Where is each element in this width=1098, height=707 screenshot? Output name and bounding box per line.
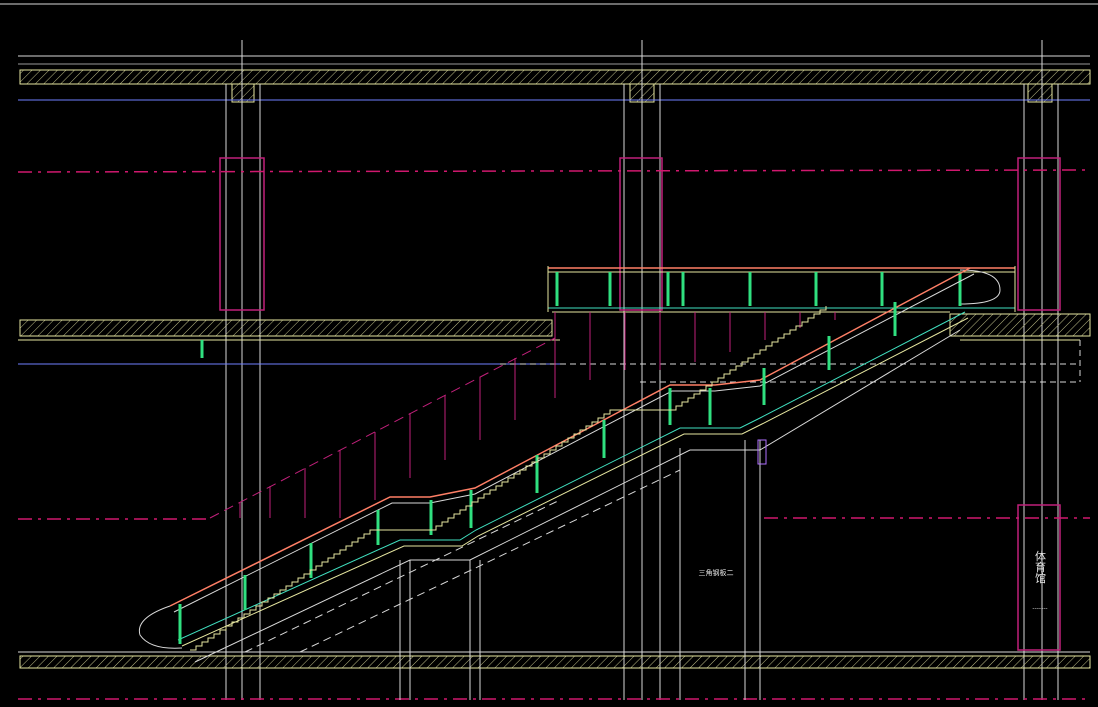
cad-section-drawing: 体育馆 ------- 三角钢板二 xyxy=(0,0,1098,707)
middle-floor-slab xyxy=(18,311,1091,383)
center-note: 三角钢板二 xyxy=(699,568,734,577)
top-floor-slab xyxy=(18,69,1091,103)
wall-sign-text: 体育馆 xyxy=(1034,549,1047,584)
escalator-posts xyxy=(178,302,897,644)
top-reference-lines xyxy=(0,3,1098,65)
escalator-truss xyxy=(209,312,836,519)
wall-sign-subtext: ------- xyxy=(1032,605,1047,612)
bottom-floor-slab xyxy=(18,651,1091,669)
